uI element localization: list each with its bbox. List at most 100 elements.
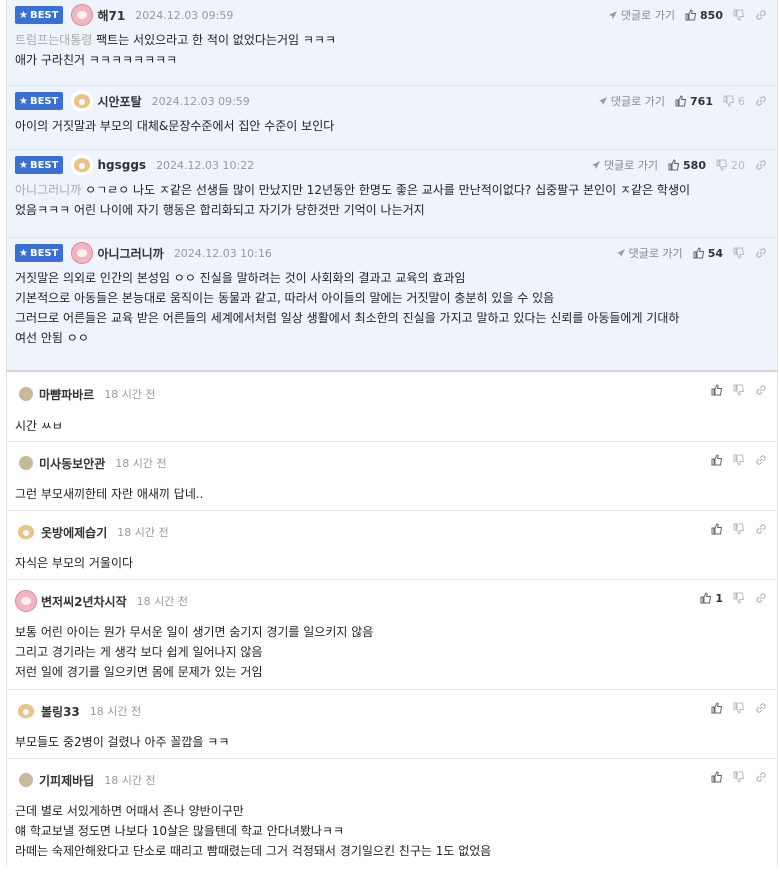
comment-body: 아니그러니까 ㅇㄱㄹㅇ 나도 ㅈ같은 선생들 많이 만났지만 12년동안 한명도… <box>15 183 691 217</box>
dislike-button[interactable] <box>733 702 745 714</box>
link-button[interactable] <box>755 454 767 466</box>
comment-actions: 댓글로 가기 850 <box>608 0 767 30</box>
dislike-button[interactable] <box>733 771 745 783</box>
nickname[interactable]: 기피제바딥 <box>39 772 94 789</box>
nickname[interactable]: 마뺨파바르 <box>39 386 94 403</box>
like-button[interactable]: 761 <box>675 95 713 108</box>
reply-link[interactable]: 댓글로 가기 <box>616 245 683 261</box>
dislike-button[interactable] <box>733 247 745 259</box>
comment: 옷방에제습기 18 시간 전 자식은 부모의 거울이다 <box>7 511 777 580</box>
link-button[interactable] <box>755 9 767 21</box>
avatar[interactable] <box>71 154 94 176</box>
comment-body: 자식은 부모의 거울이다 <box>15 556 134 570</box>
dislike-button[interactable] <box>733 384 745 396</box>
avatar[interactable] <box>19 773 33 787</box>
comment-date: 2024.12.03 10:22 <box>156 158 255 172</box>
comment-header: 변저씨2년차시작 18 시간 전 1 <box>15 580 769 622</box>
thumbs-down-icon <box>733 9 745 21</box>
thumbs-down-icon <box>723 95 735 107</box>
comment-body: 시간 ㅆㅂ <box>15 419 63 433</box>
avatar[interactable] <box>15 700 37 722</box>
reply-link[interactable]: 댓글로 가기 <box>591 157 658 173</box>
thumbs-up-icon <box>685 9 697 21</box>
like-button[interactable] <box>711 384 723 396</box>
comment-actions: 1 <box>690 580 767 616</box>
comment-date: 2024.12.03 09:59 <box>135 8 234 22</box>
best-badge: ★ BEST <box>15 156 64 174</box>
dislike-button[interactable]: 20 <box>716 159 745 172</box>
comment-date: 2024.12.03 10:16 <box>173 246 272 260</box>
link-icon <box>756 772 766 782</box>
like-button[interactable]: 850 <box>685 9 723 22</box>
reply-link[interactable]: 댓글로 가기 <box>608 7 675 23</box>
reply-target[interactable]: 아니그러니까 <box>15 183 81 197</box>
comment-header: ★ BEST 아니그러니까 2024.12.03 10:16 댓글로 가기 54 <box>15 238 769 268</box>
nickname[interactable]: 시안포탈 <box>97 93 141 110</box>
like-button[interactable] <box>711 771 723 783</box>
avatar[interactable] <box>71 90 94 112</box>
like-button[interactable] <box>711 454 723 466</box>
comment-body: 부모들도 중2병이 걸렸나 아주 꼴깝을 ㅋㅋ <box>15 735 230 749</box>
dislike-button[interactable] <box>733 592 745 604</box>
thumbs-up-icon <box>711 771 723 783</box>
comment-header: ★ BEST 시안포탈 2024.12.03 09:59 댓글로 가기 761 6 <box>15 86 769 116</box>
like-button[interactable]: 580 <box>668 159 706 172</box>
nickname[interactable]: 옷방에제습기 <box>41 524 107 541</box>
send-icon <box>616 249 625 257</box>
nickname[interactable]: 해71 <box>97 7 125 24</box>
link-button[interactable] <box>755 771 767 783</box>
link-button[interactable] <box>755 592 767 604</box>
comment-date: 18 시간 전 <box>115 457 167 470</box>
thumbs-down-icon <box>733 592 745 604</box>
reply-target[interactable]: 트럼프는대통령 <box>15 33 92 47</box>
nickname[interactable]: hgsggs <box>97 158 146 172</box>
dislike-button[interactable]: 6 <box>723 95 745 108</box>
comment-header: 볼링33 18 시간 전 <box>15 690 769 732</box>
thumbs-up-icon <box>693 247 704 259</box>
comment-header: ★ BEST 해71 2024.12.03 09:59 댓글로 가기 850 <box>15 0 769 30</box>
nickname[interactable]: 아니그러니까 <box>97 245 163 262</box>
comment-body: 트럼프는대통령 팩트는 서있으라고 한 적이 없었다는거임 ㅋㅋㅋ 애가 구라친… <box>15 33 336 67</box>
link-icon <box>756 160 766 170</box>
like-button[interactable]: 1 <box>700 592 723 605</box>
dislike-button[interactable] <box>733 523 745 535</box>
best-badge: ★ BEST <box>15 244 64 262</box>
like-button[interactable] <box>711 702 723 714</box>
comment-header: 마뺨파바르 18 시간 전 <box>15 372 769 416</box>
comment: 볼링33 18 시간 전 부모들도 중2병이 걸렸나 아주 꼴깝을 ㅋㅋ <box>7 690 777 759</box>
thumbs-up-icon <box>711 384 723 396</box>
comment-actions <box>701 511 767 547</box>
like-button[interactable]: 54 <box>693 247 723 260</box>
comment-actions <box>701 690 767 726</box>
reply-link[interactable]: 댓글로 가기 <box>598 93 665 109</box>
nickname[interactable]: 볼링33 <box>41 703 80 720</box>
link-button[interactable] <box>755 523 767 535</box>
link-button[interactable] <box>755 159 767 171</box>
link-icon <box>756 455 766 465</box>
link-button[interactable] <box>755 702 767 714</box>
avatar[interactable] <box>71 4 94 26</box>
avatar[interactable] <box>15 521 37 543</box>
nickname[interactable]: 변저씨2년차시작 <box>41 593 127 610</box>
like-button[interactable] <box>711 523 723 535</box>
dislike-button[interactable] <box>733 454 745 466</box>
comment-actions: 댓글로 가기 580 20 <box>591 150 767 180</box>
link-button[interactable] <box>755 95 767 107</box>
nickname[interactable]: 미사동보안관 <box>39 455 105 472</box>
thumbs-down-icon <box>733 702 745 714</box>
avatar[interactable] <box>19 387 33 401</box>
comment-header: 옷방에제습기 18 시간 전 <box>15 511 769 553</box>
avatar[interactable] <box>71 242 94 264</box>
avatar[interactable] <box>19 456 33 470</box>
avatar[interactable] <box>15 590 37 612</box>
thumbs-up-icon <box>711 523 723 535</box>
comment: 기피제바딥 18 시간 전 근데 별로 서있게하면 어때서 존나 양반이구만 얘… <box>7 759 777 867</box>
comment-actions <box>701 372 767 408</box>
thumbs-down-icon <box>733 523 745 535</box>
link-button[interactable] <box>755 247 767 259</box>
dislike-button[interactable] <box>733 9 745 21</box>
link-button[interactable] <box>755 384 767 396</box>
comment-body: 아이의 거짓말과 부모의 대체&문장수준에서 집안 수준이 보인다 <box>15 119 335 133</box>
comment-list: ★ BEST 해71 2024.12.03 09:59 댓글로 가기 850 트럼… <box>6 0 778 867</box>
link-icon <box>756 703 766 713</box>
